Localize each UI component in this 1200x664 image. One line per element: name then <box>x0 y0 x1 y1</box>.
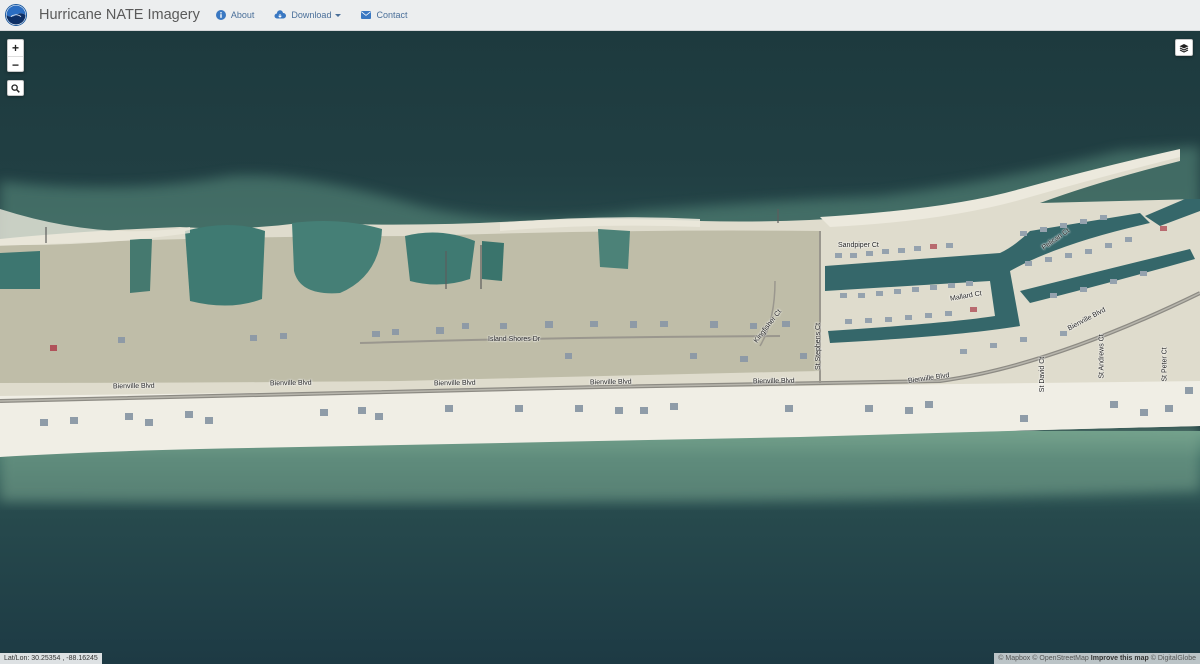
chevron-down-icon <box>335 13 342 17</box>
street-label: St David Ct <box>1039 356 1047 393</box>
street-label: Bienville Blvd <box>112 382 155 391</box>
nav-download[interactable]: Download <box>274 10 342 20</box>
search-button[interactable] <box>7 80 24 96</box>
map-view[interactable]: Bienville Blvd Bienville Blvd Bienville … <box>0 31 1200 664</box>
street-label: Bienville Blvd <box>269 379 312 388</box>
street-label: Sandpiper Ct <box>838 242 879 249</box>
layers-icon <box>1179 43 1189 53</box>
street-label: St Peter Ct <box>1161 347 1169 382</box>
noaa-logo[interactable] <box>5 4 27 26</box>
street-label: Bienville Blvd <box>589 378 632 387</box>
layers-button[interactable] <box>1175 39 1193 56</box>
navbar: Hurricane NATE Imagery About Download Co… <box>0 0 1200 31</box>
street-label: St Andrews Ct <box>1098 334 1106 379</box>
search-icon <box>11 83 20 93</box>
nav-contact[interactable]: Contact <box>361 10 407 20</box>
attribution-digitalglobe[interactable]: © DigitalGlobe <box>1151 655 1196 662</box>
zoom-out-button[interactable]: − <box>8 57 23 73</box>
cloud-download-icon <box>274 10 287 19</box>
satellite-imagery[interactable] <box>0 31 1200 664</box>
zoom-in-button[interactable]: + <box>8 40 23 57</box>
attribution-mapbox[interactable]: © Mapbox <box>998 655 1030 662</box>
improve-map-link[interactable]: Improve this map <box>1091 655 1149 662</box>
envelope-icon <box>361 11 372 19</box>
street-label: Island Shores Dr <box>488 336 541 343</box>
street-label: Bienville Blvd <box>433 379 476 388</box>
app-title[interactable]: Hurricane NATE Imagery <box>39 7 200 23</box>
attribution-osm[interactable]: © OpenStreetMap <box>1032 655 1089 662</box>
info-icon <box>215 10 226 20</box>
coordinates-readout: Lat/Lon: 30.25354 , -88.16245 <box>0 653 102 664</box>
map-attribution: © Mapbox © OpenStreetMap Improve this ma… <box>994 653 1200 664</box>
street-label: Bienville Blvd <box>752 377 795 386</box>
nav-contact-label: Contact <box>376 10 408 20</box>
zoom-control: + − <box>7 39 24 72</box>
street-label: St Stephens Ct <box>815 322 823 371</box>
nav-download-label: Download <box>291 10 332 20</box>
nav-about-label: About <box>230 10 255 20</box>
nav-about[interactable]: About <box>215 10 255 20</box>
